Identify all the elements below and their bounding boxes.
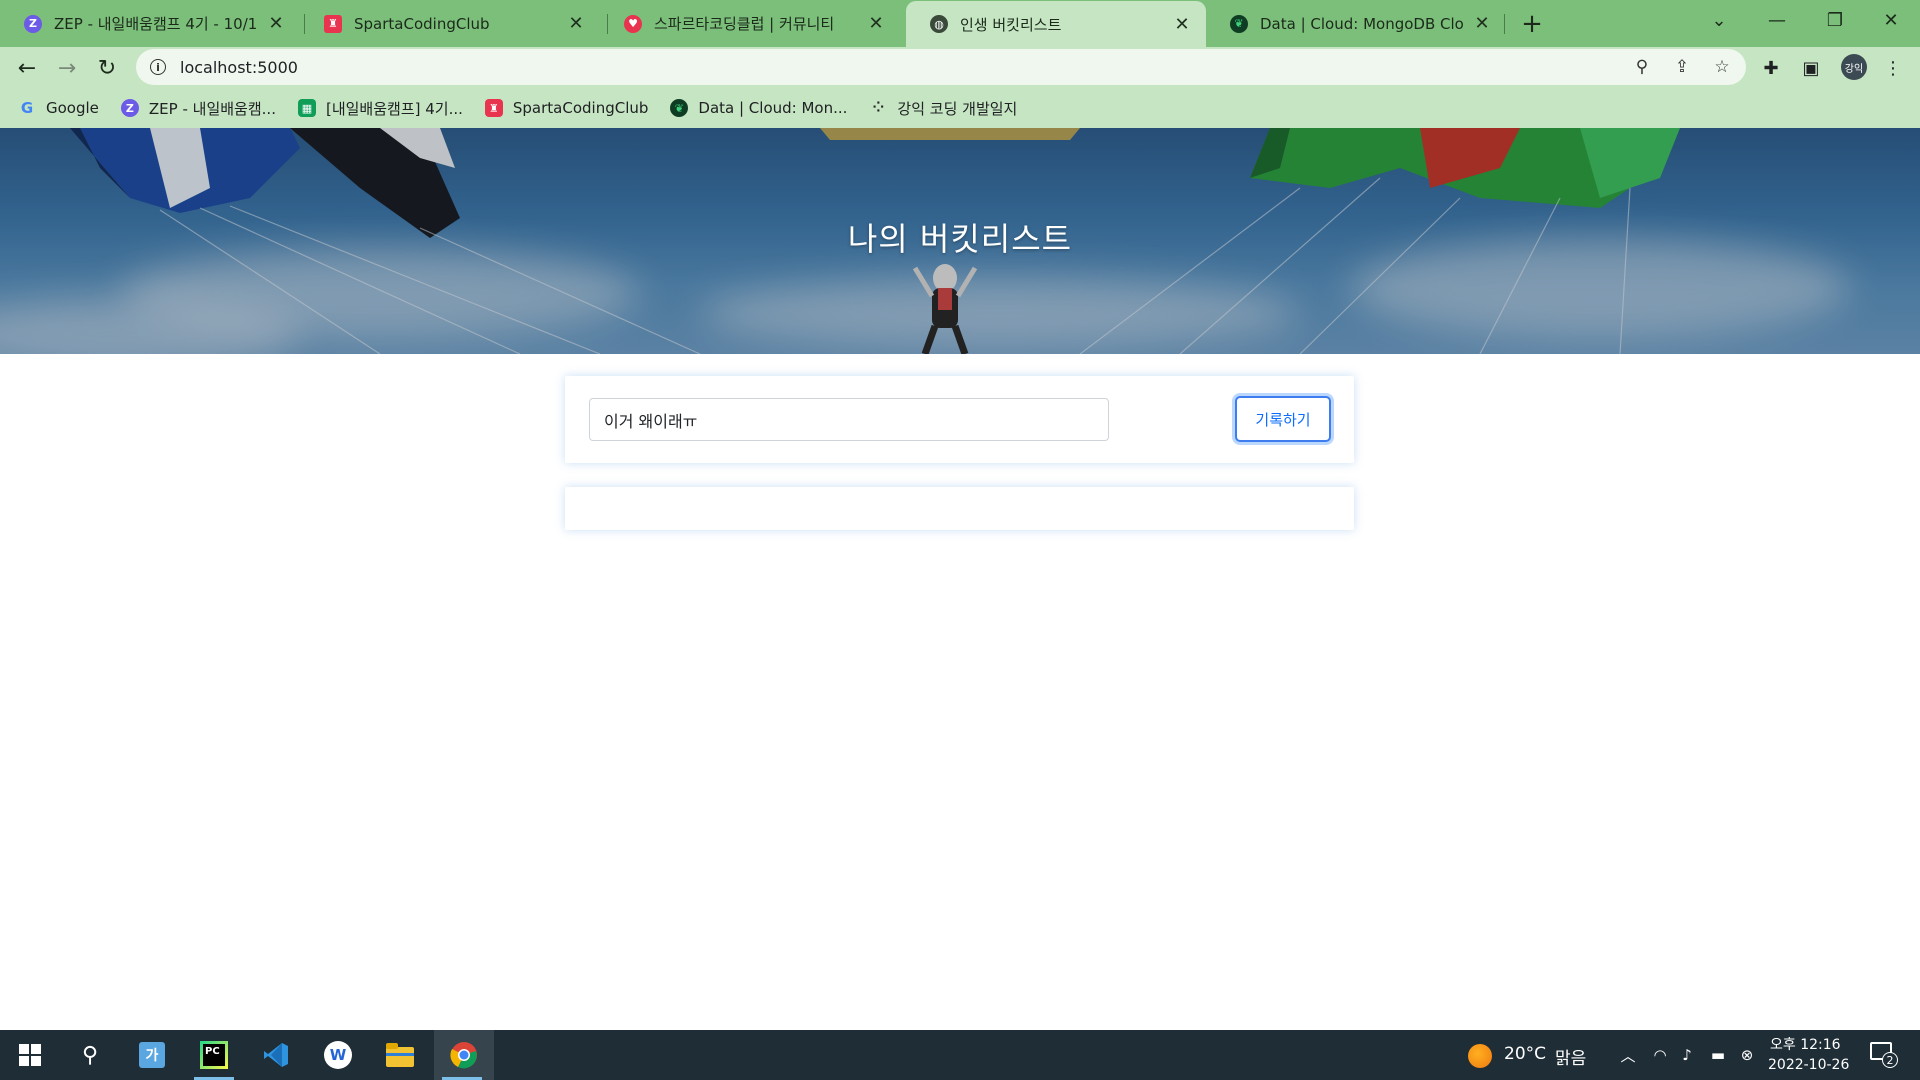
bucket-input[interactable]: [589, 398, 1109, 441]
heart-icon: ♥: [624, 14, 642, 33]
bookmark-devlog[interactable]: ⁘ 강익 코딩 개발일지: [869, 98, 1018, 119]
bookmark-label: [내일배움캠프] 4기...: [325, 99, 463, 118]
tab-spartacodingclub[interactable]: ♜ SpartaCodingClub ✕: [300, 0, 600, 47]
back-button[interactable]: ←: [10, 51, 44, 85]
battery-icon[interactable]: ▬: [1708, 1045, 1728, 1065]
tab-title: 인생 버킷리스트: [960, 15, 1062, 34]
tab-separator: [1504, 14, 1505, 34]
side-panel-icon[interactable]: ▣: [1798, 55, 1824, 81]
bucket-form-card: 기록하기: [565, 376, 1354, 463]
windows-taskbar: ⚲ 가 PC W 20°C 맑음 ︿ ◠ ♪ ▬ ⊗ 오후 12:16 2022…: [0, 1030, 1920, 1080]
clock-time[interactable]: 오후 12:16: [1770, 1034, 1841, 1054]
whale-browser-icon[interactable]: W: [310, 1030, 366, 1080]
bookmark-sparta[interactable]: ♜ SpartaCodingClub: [484, 99, 649, 117]
restore-button[interactable]: ❐: [1806, 0, 1864, 40]
close-icon[interactable]: ✕: [566, 13, 586, 34]
url-text: localhost:5000: [180, 57, 298, 77]
tab-title: 스파르타코딩클럽 | 커뮤니티: [654, 15, 835, 33]
tab-zep[interactable]: Z ZEP - 내일배움캠프 4기 - 10/18 ✕: [0, 0, 300, 47]
mongodb-leaf-icon: ❦: [1230, 14, 1248, 33]
close-icon[interactable]: ✕: [1472, 13, 1492, 34]
bookmark-label: Google: [46, 99, 99, 117]
close-icon[interactable]: ✕: [266, 13, 286, 34]
bookmark-google[interactable]: G Google: [18, 99, 99, 117]
search-icon[interactable]: ⚲: [62, 1030, 118, 1080]
bookmark-mongodb[interactable]: ❦ Data | Cloud: Mon...: [670, 99, 847, 117]
chevron-up-icon[interactable]: ︿: [1618, 1045, 1638, 1065]
globe-icon: ◍: [930, 15, 948, 33]
forward-button[interactable]: →: [50, 51, 84, 85]
page-viewport: 나의 버킷리스트 기록하기: [0, 128, 1920, 1030]
weather-temp: 20°C: [1504, 1044, 1547, 1064]
tab-strip: Z ZEP - 내일배움캠프 4기 - 10/18 ✕ ♜ SpartaCodi…: [0, 0, 1920, 47]
reload-button[interactable]: ↻: [90, 51, 124, 85]
notification-count: 2: [1882, 1052, 1898, 1068]
zep-icon: Z: [24, 14, 42, 33]
weather-sun-icon: [1468, 1044, 1492, 1068]
bookmark-sheet[interactable]: ▦ [내일배움캠프] 4기...: [297, 98, 463, 119]
zoom-icon[interactable]: ⚲: [1630, 55, 1654, 79]
bookmarks-bar: G Google Z ZEP - 내일배움캠... ▦ [내일배움캠프] 4기.…: [0, 88, 1920, 128]
extensions-icon[interactable]: ✚: [1758, 55, 1784, 81]
browser-toolbar: ← → ↻ i localhost:5000 ⚲ ⇪ ☆ ✚ ▣ 강익 ⋮: [0, 47, 1920, 88]
google-icon: G: [20, 99, 34, 117]
clock-date[interactable]: 2022-10-26: [1768, 1057, 1849, 1073]
new-tab-button[interactable]: +: [1516, 8, 1548, 40]
bookmark-label: Data | Cloud: Mon...: [698, 99, 848, 117]
pycharm-icon[interactable]: PC: [186, 1030, 242, 1080]
file-explorer-icon[interactable]: [372, 1030, 428, 1080]
sparta-icon: ♜: [324, 14, 342, 33]
tab-title: Data | Cloud: MongoDB Cloud: [1260, 14, 1464, 33]
share-icon[interactable]: ⇪: [1670, 55, 1694, 79]
tab-bucketlist[interactable]: ◍ 인생 버킷리스트 ✕: [906, 1, 1206, 47]
page-title: 나의 버킷리스트: [847, 220, 1073, 258]
bookmark-zep[interactable]: Z ZEP - 내일배움캠...: [120, 98, 276, 119]
save-button[interactable]: 기록하기: [1235, 396, 1331, 442]
dots-icon: ⁘: [872, 100, 885, 116]
sheets-icon: ▦: [297, 99, 316, 117]
address-bar[interactable]: i localhost:5000: [136, 49, 1746, 85]
notification-center-icon[interactable]: 2: [1870, 1042, 1898, 1068]
start-button[interactable]: [2, 1030, 58, 1080]
editor-app-icon[interactable]: 가: [124, 1030, 180, 1080]
tab-title: SpartaCodingClub: [354, 14, 490, 33]
chrome-icon[interactable]: [434, 1030, 494, 1080]
tab-search-chevron-icon[interactable]: ⌄: [1690, 0, 1748, 40]
site-info-icon[interactable]: i: [150, 59, 166, 75]
close-icon[interactable]: ✕: [1172, 14, 1192, 35]
bucket-list-card: [565, 487, 1354, 530]
bookmark-label: ZEP - 내일배움캠...: [148, 99, 276, 118]
mongodb-leaf-icon: ❦: [670, 99, 689, 117]
wifi-icon[interactable]: ◠: [1650, 1045, 1670, 1065]
profile-avatar[interactable]: 강익: [1841, 54, 1867, 80]
close-icon[interactable]: ✕: [866, 13, 886, 34]
tab-title: ZEP - 내일배움캠프 4기 - 10/18: [54, 15, 258, 33]
hero-banner: 나의 버킷리스트: [0, 128, 1920, 354]
bookmark-label: 강익 코딩 개발일지: [897, 99, 1018, 118]
volume-icon[interactable]: ♪: [1677, 1045, 1697, 1065]
vscode-icon[interactable]: [248, 1030, 304, 1080]
tab-community[interactable]: ♥ 스파르타코딩클럽 | 커뮤니티 ✕: [600, 0, 900, 47]
tab-mongodb[interactable]: ❦ Data | Cloud: MongoDB Cloud ✕: [1206, 0, 1506, 47]
sparta-icon: ♜: [484, 99, 503, 117]
window-close-button[interactable]: ✕: [1862, 0, 1920, 40]
status-x-icon[interactable]: ⊗: [1737, 1045, 1757, 1065]
weather-desc: 맑음: [1555, 1049, 1587, 1069]
minimize-button[interactable]: —: [1748, 0, 1806, 40]
menu-kebab-icon[interactable]: ⋮: [1880, 55, 1906, 81]
zep-icon: Z: [120, 99, 139, 117]
windows-logo-icon: [19, 1044, 41, 1066]
bookmark-label: SpartaCodingClub: [512, 99, 649, 117]
bookmark-star-icon[interactable]: ☆: [1710, 55, 1734, 79]
